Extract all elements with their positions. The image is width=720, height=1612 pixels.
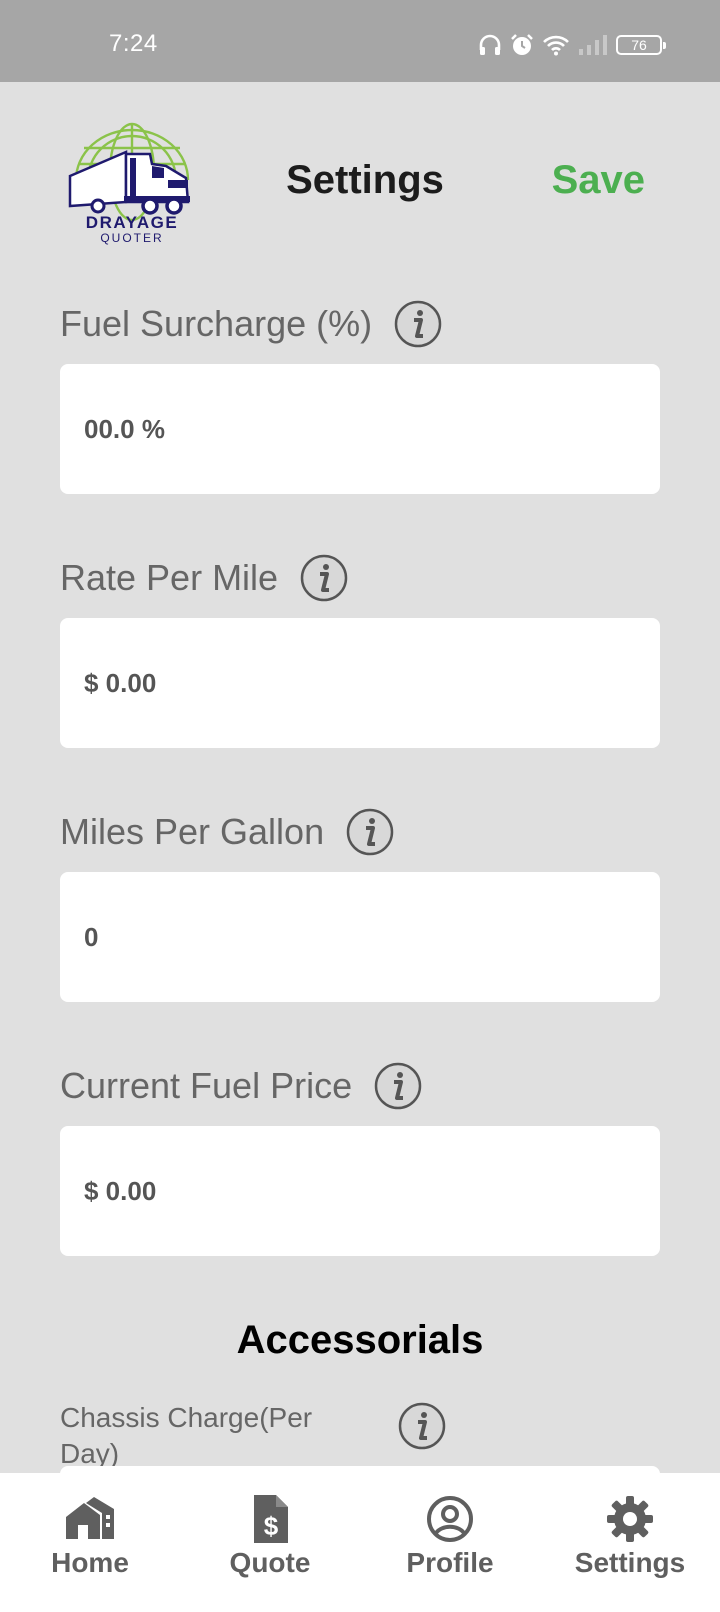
nav-settings-label: Settings (574, 1547, 686, 1578)
fuel-surcharge-label: Fuel Surcharge (%) (60, 300, 442, 348)
nav-profile-label: Profile (406, 1547, 494, 1578)
logo-subtitle: QUOTER (100, 231, 163, 245)
current-fuel-price-label-text: Current Fuel Price (60, 1065, 353, 1106)
signal-icon (579, 35, 607, 55)
nav-home[interactable]: Home (0, 1473, 180, 1612)
nav-profile[interactable]: Profile (360, 1473, 540, 1612)
rate-per-mile-input[interactable]: $ 0.00 (60, 618, 660, 748)
current-fuel-price-input[interactable]: $ 0.00 (60, 1126, 660, 1256)
save-button[interactable]: Save (552, 158, 645, 203)
rate-per-mile-label: Rate Per Mile (60, 554, 348, 602)
miles-per-gallon-input[interactable]: 0 (60, 872, 660, 1002)
chassis-charge-label: Chassis Charge(Per Day) (60, 1402, 313, 1469)
alarm-icon (511, 34, 533, 55)
miles-per-gallon-label-text: Miles Per Gallon (60, 811, 325, 852)
headphones-icon (479, 34, 501, 55)
bottom-nav: Home $ Quote Profile Settings (0, 1473, 720, 1612)
nav-quote-label: Quote (229, 1547, 311, 1578)
quote-document-icon: $ (254, 1495, 288, 1543)
gear-icon (607, 1496, 653, 1542)
svg-text:$: $ (264, 1511, 279, 1541)
info-icon[interactable] (394, 300, 442, 348)
battery-icon: 76 (616, 35, 666, 55)
miles-per-gallon-label: Miles Per Gallon (60, 808, 394, 856)
logo-wordmark: DRAYAGE (86, 213, 178, 232)
info-icon[interactable] (300, 554, 348, 602)
info-icon[interactable] (346, 808, 394, 856)
nav-quote[interactable]: $ Quote (180, 1473, 360, 1612)
fuel-surcharge-input[interactable]: 00.0 % (60, 364, 660, 494)
profile-icon (427, 1496, 473, 1542)
status-bar: 7:24 76 (0, 0, 720, 82)
accessorials-title: Accessorials (236, 1318, 484, 1362)
info-icon[interactable] (374, 1062, 422, 1110)
status-icons: 76 (478, 30, 666, 60)
wifi-icon (543, 35, 569, 56)
fuel-surcharge-label-text: Fuel Surcharge (%) (60, 303, 373, 344)
home-icon (66, 1497, 114, 1539)
nav-home-label: Home (51, 1547, 129, 1578)
current-fuel-price-label: Current Fuel Price (60, 1062, 422, 1110)
app-header: DRAYAGE QUOTER Settings Save (0, 82, 720, 272)
rate-per-mile-label-text: Rate Per Mile (60, 557, 279, 598)
status-time: 7:24 (109, 30, 158, 57)
info-icon[interactable] (398, 1402, 446, 1450)
nav-settings[interactable]: Settings (540, 1473, 720, 1612)
